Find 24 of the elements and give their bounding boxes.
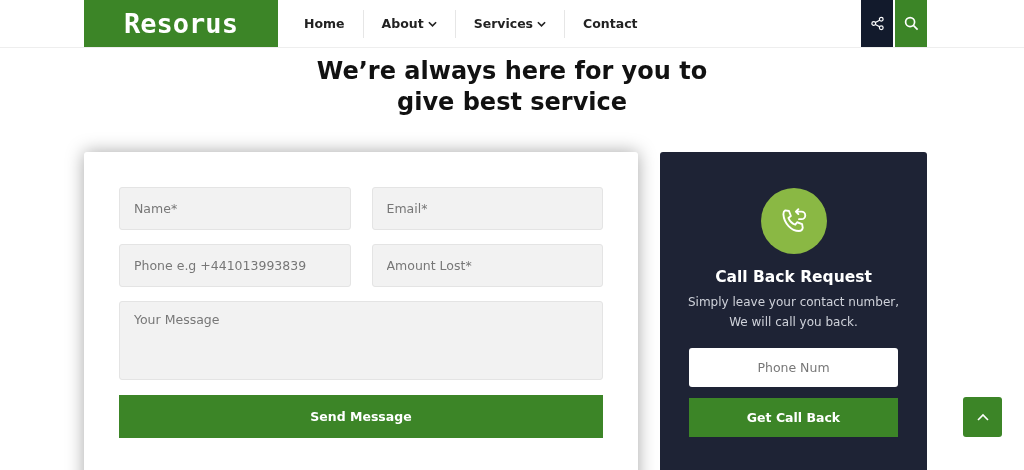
input-field[interactable]: Phone e.g +441013993839 (119, 244, 351, 287)
scroll-to-top-button[interactable] (963, 397, 1002, 437)
message-field[interactable]: Your Message (119, 301, 603, 380)
callback-title: Call Back Request (715, 268, 872, 286)
input-field[interactable]: Amount Lost* (371, 244, 603, 287)
input-field[interactable]: Name* (119, 187, 351, 230)
search-icon (903, 16, 919, 31)
section-heading: We’re always here for you to give best service (315, 56, 709, 118)
get-call-back-button[interactable]: Get Call Back (689, 398, 898, 437)
callback-text: Simply leave your contact number, We will call you back. (686, 294, 900, 331)
send-message-button[interactable]: Send Message (119, 395, 603, 438)
search-button[interactable] (895, 0, 927, 47)
nav-link[interactable]: About (363, 16, 455, 31)
chevron-up-icon (976, 413, 989, 421)
caret-icon (537, 20, 547, 27)
share-button[interactable] (861, 0, 893, 47)
logo[interactable]: Resorus (84, 0, 278, 47)
input-field[interactable]: Email* (371, 187, 603, 230)
nav-link[interactable]: Home (286, 16, 363, 31)
phone-field[interactable]: Phone Num (689, 348, 898, 387)
nav-link[interactable]: Services (455, 16, 565, 31)
nav-link[interactable]: Contact (565, 16, 656, 31)
share-icon (869, 16, 885, 31)
caret-icon (427, 20, 437, 27)
